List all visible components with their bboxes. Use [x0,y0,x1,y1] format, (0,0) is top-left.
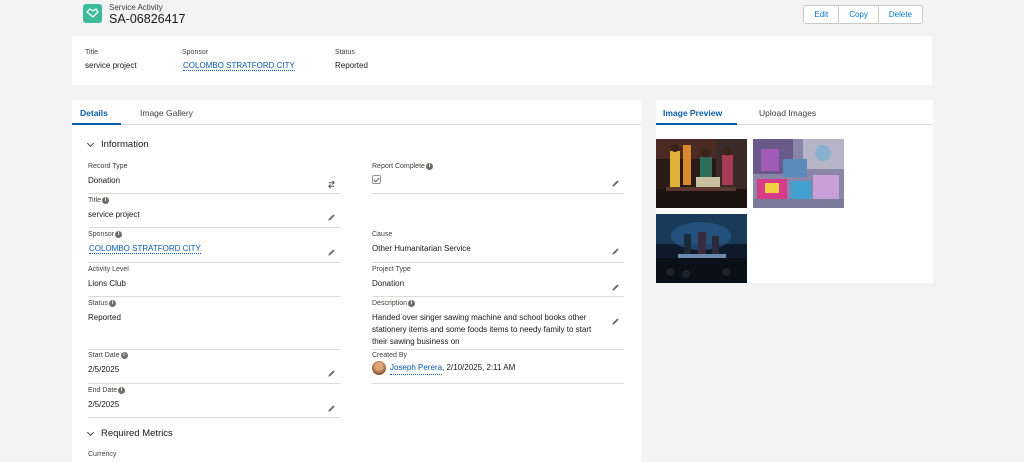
field-activity-level: Activity Level Lions Club [88,266,340,297]
field-value: 2/5/2025 [88,365,120,374]
field-currency: Currency [88,451,340,462]
copy-button[interactable]: Copy [839,6,879,23]
avatar [372,361,386,375]
action-buttons: Edit Copy Delete [803,5,923,24]
tab-image-gallery[interactable]: Image Gallery [140,108,193,118]
info-icon[interactable]: i [115,231,123,238]
field-value: Other Humanitarian Service [372,244,471,253]
field-report-complete: Report Complete i [372,163,624,194]
pencil-icon[interactable] [611,179,620,188]
pencil-icon[interactable] [327,248,336,257]
pencil-icon[interactable] [327,213,336,222]
field-label: Currency [88,451,117,458]
sponsor-link[interactable]: COLOMBO STRATFORD CITY [89,244,201,254]
created-by-datetime: , 2/10/2025, 2:11 AM [442,363,516,372]
field-label: Report Complete [372,163,425,170]
field-sponsor: Sponsor i COLOMBO STRATFORD CITY [88,231,340,263]
field-cause: Cause Other Humanitarian Service [372,231,624,263]
change-record-type-icon[interactable] [327,180,336,189]
pencil-icon[interactable] [327,369,336,378]
record-header: Service Activity SA-06826417 Edit Copy D… [72,0,932,34]
field-label: Project Type [372,266,411,273]
highlight-status: Status Reported [335,49,368,70]
info-icon[interactable]: i [118,387,126,394]
active-tab-indicator [656,123,737,125]
info-icon[interactable]: i [120,352,128,359]
pencil-icon[interactable] [327,404,336,413]
info-icon[interactable]: i [408,300,416,307]
handshake-icon [83,4,102,23]
section-information-title: Information [101,139,149,150]
highlight-title: Title service project [85,49,137,70]
field-value: service project [88,210,140,219]
field-title: Title i service project [88,197,340,228]
highlight-status-value: Reported [335,61,368,70]
created-by-user-link[interactable]: Joseph Perera [390,362,443,375]
record-name: SA-06826417 [109,12,186,26]
field-value: Donation [372,279,405,288]
highlights-panel: Title service project Sponsor COLOMBO ST… [72,36,932,85]
pencil-icon[interactable] [611,317,620,326]
object-type-label: Service Activity [109,3,163,12]
field-value: Reported [88,313,121,322]
image-thumbnail[interactable] [656,214,747,283]
highlight-title-label: Title [85,49,98,56]
details-tabs: Details Image Gallery [72,100,641,125]
field-label: Title [88,197,101,204]
section-required-metrics[interactable]: Required Metrics [86,428,173,439]
field-value: 2/5/2025 [88,400,120,409]
field-label: Activity Level [88,266,129,273]
tab-details[interactable]: Details [80,108,108,118]
field-label: Created By [372,352,408,359]
highlight-title-value: service project [85,61,137,70]
active-tab-indicator [72,123,121,125]
field-label: Start Date [88,352,120,359]
image-thumbnail[interactable] [753,139,844,208]
tab-image-preview[interactable]: Image Preview [663,108,722,118]
field-label: Status [88,300,108,307]
highlight-sponsor-label: Sponsor [182,49,209,56]
pencil-icon[interactable] [611,283,620,292]
field-value: Handed over singer sawing machine and sc… [372,313,592,346]
section-required-metrics-title: Required Metrics [101,428,173,439]
image-thumbnail[interactable] [656,139,747,208]
info-icon[interactable]: i [425,163,433,170]
field-record-type: Record Type Donation [88,163,340,194]
report-complete-checkbox [372,175,381,184]
edit-button[interactable]: Edit [804,6,840,23]
details-card: Details Image Gallery Information Record… [72,100,641,462]
field-start-date: Start Date i 2/5/2025 [88,352,340,384]
field-status: Status i Reported [88,300,340,350]
image-tabs: Image Preview Upload Images [656,100,933,125]
field-value: Donation [88,176,121,185]
info-icon[interactable]: i [101,197,109,204]
chevron-down-icon [86,139,95,147]
section-information[interactable]: Information [86,139,149,150]
field-end-date: End Date i 2/5/2025 [88,387,340,418]
field-label: Cause [372,231,393,238]
field-value: Lions Club [88,279,126,288]
info-icon[interactable]: i [108,300,116,307]
chevron-down-icon [86,428,95,436]
field-created-by: Created By Joseph Perera , 2/10/2025, 2:… [372,352,624,384]
field-label: Sponsor [88,231,115,238]
delete-button[interactable]: Delete [879,6,922,23]
field-project-type: Project Type Donation [372,266,624,297]
field-label: End Date [88,387,118,394]
check-icon [373,177,380,183]
pencil-icon[interactable] [611,247,620,256]
tab-upload-images[interactable]: Upload Images [759,108,816,118]
image-card: Image Preview Upload Images [656,100,933,283]
highlight-status-label: Status [335,49,355,56]
field-label: Record Type [88,163,128,170]
field-label: Description [372,300,408,307]
highlight-sponsor: Sponsor COLOMBO STRATFORD CITY [182,49,295,71]
highlight-sponsor-link[interactable]: COLOMBO STRATFORD CITY [183,61,295,71]
field-description: Description i Handed over singer sawing m… [372,300,624,350]
